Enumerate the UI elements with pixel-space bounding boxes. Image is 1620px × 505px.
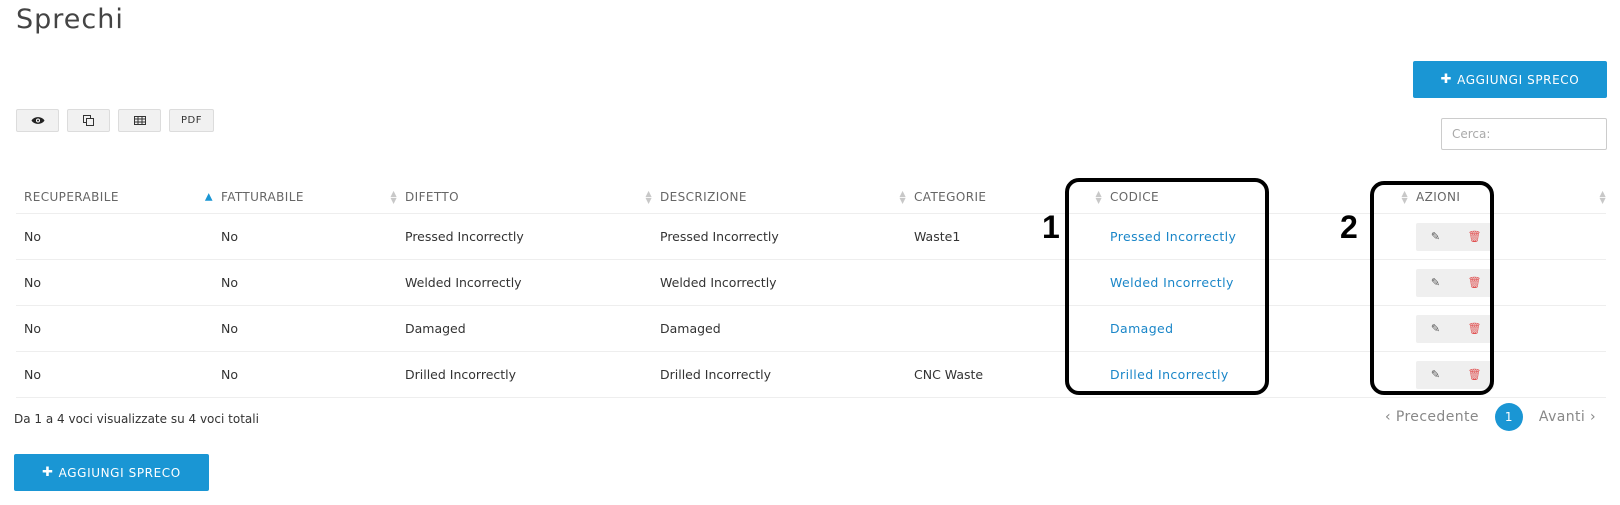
table-row: No No Pressed Incorrectly Pressed Incorr… xyxy=(16,213,1606,260)
copy-icon[interactable] xyxy=(67,109,110,132)
plus-icon: ✚ xyxy=(42,465,54,480)
cell-fatturabile: No xyxy=(213,259,397,306)
table-row: No No Welded Incorrectly Welded Incorrec… xyxy=(16,259,1606,306)
cell-fatturabile: No xyxy=(213,351,397,398)
current-page[interactable]: 1 xyxy=(1494,403,1523,431)
pagination: ‹ Precedente 1 Avanti › xyxy=(1385,403,1596,431)
page-title: Sprechi xyxy=(16,4,124,35)
cell-descrizione: Pressed Incorrectly xyxy=(652,213,906,260)
chevron-right-icon: › xyxy=(1590,409,1597,425)
table-row: No No Damaged Damaged Damaged ✎ 🗑 xyxy=(16,305,1606,352)
table-icon[interactable] xyxy=(118,109,161,132)
cell-descrizione: Drilled Incorrectly xyxy=(652,351,906,398)
column-header-fatturabile[interactable]: FATTURABILE ▲ ▼ xyxy=(213,180,397,214)
prev-page-link[interactable]: ‹ Precedente xyxy=(1385,409,1479,425)
add-waste-button-top[interactable]: ✚ AGGIUNGI SPRECO xyxy=(1413,61,1607,98)
eye-icon[interactable] xyxy=(16,109,59,132)
sort-icon: ▲ ▼ xyxy=(1599,188,1606,205)
cell-difetto: Welded Incorrectly xyxy=(397,259,652,306)
add-waste-button-bottom[interactable]: ✚ AGGIUNGI SPRECO xyxy=(14,454,209,491)
table-row: No No Drilled Incorrectly Drilled Incorr… xyxy=(16,351,1606,398)
search-input[interactable] xyxy=(1441,118,1607,150)
cell-recuperabile: No xyxy=(16,259,213,306)
waste-table: RECUPERABILE ▲ FATTURABILE ▲ ▼ DIFETTO ▲ ▼ DE… xyxy=(16,180,1606,398)
highlight-box-codice xyxy=(1065,178,1269,395)
pdf-button[interactable]: PDF xyxy=(169,109,214,132)
cell-difetto: Drilled Incorrectly xyxy=(397,351,652,398)
highlight-box-azioni xyxy=(1370,181,1494,395)
cell-fatturabile: No xyxy=(213,305,397,352)
column-header-descrizione[interactable]: DESCRIZIONE ▲ ▼ xyxy=(652,180,906,214)
cell-recuperabile: No xyxy=(16,213,213,260)
cell-fatturabile: No xyxy=(213,213,397,260)
cell-difetto: Damaged xyxy=(397,305,652,352)
add-waste-label: AGGIUNGI SPRECO xyxy=(1457,72,1580,87)
column-header-difetto[interactable]: DIFETTO ▲ ▼ xyxy=(397,180,652,214)
add-waste-label: AGGIUNGI SPRECO xyxy=(58,465,181,480)
table-header-row: RECUPERABILE ▲ FATTURABILE ▲ ▼ DIFETTO ▲ ▼ DE… xyxy=(16,180,1606,214)
annotation-label-1: 1 xyxy=(1042,209,1060,245)
next-page-link[interactable]: Avanti › xyxy=(1539,409,1596,425)
sort-asc-icon: ▲ xyxy=(204,191,213,202)
column-header-recuperabile[interactable]: RECUPERABILE ▲ xyxy=(16,180,213,214)
chevron-left-icon: ‹ xyxy=(1385,409,1391,425)
export-toolbar: PDF xyxy=(16,109,214,132)
cell-difetto: Pressed Incorrectly xyxy=(397,213,652,260)
cell-recuperabile: No xyxy=(16,305,213,352)
cell-descrizione: Welded Incorrectly xyxy=(652,259,906,306)
cell-recuperabile: No xyxy=(16,351,213,398)
cell-descrizione: Damaged xyxy=(652,305,906,352)
plus-icon: ✚ xyxy=(1440,72,1453,87)
annotation-label-2: 2 xyxy=(1340,209,1358,245)
table-info: Da 1 a 4 voci visualizzate su 4 voci tot… xyxy=(14,412,259,426)
